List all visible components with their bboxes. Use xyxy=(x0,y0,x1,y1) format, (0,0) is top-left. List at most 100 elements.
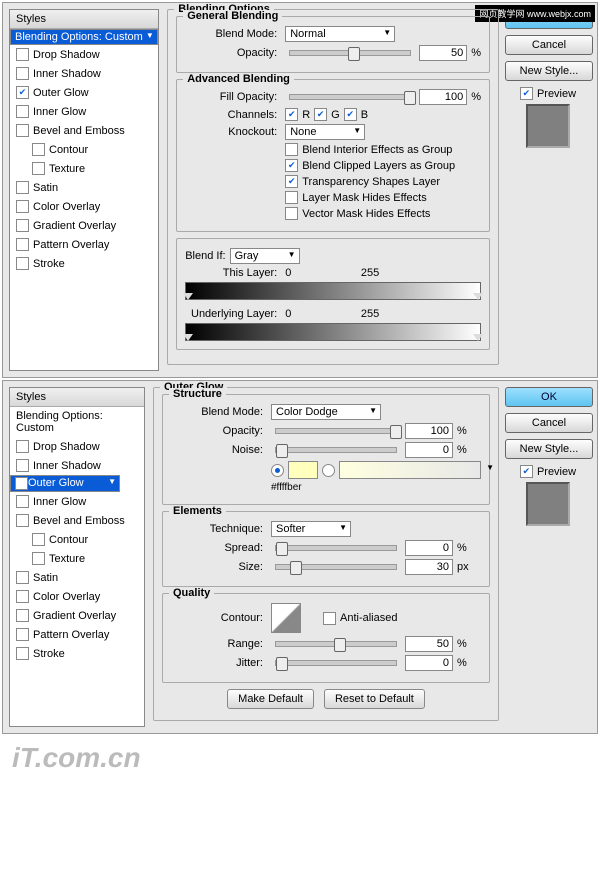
noise-label: Noise: xyxy=(171,444,267,456)
style-contour-2[interactable]: Contour xyxy=(10,530,144,549)
opacity-slider[interactable] xyxy=(289,50,411,56)
style-satin-2[interactable]: Satin xyxy=(10,568,144,587)
preview-swatch xyxy=(526,104,570,148)
style-satin[interactable]: Satin xyxy=(10,178,158,197)
blend-mode-select-2[interactable]: Color Dodge xyxy=(271,404,381,420)
color-swatch[interactable] xyxy=(288,461,318,479)
technique-select[interactable]: Softer xyxy=(271,521,351,537)
blend-if-group: Blend If: Gray This Layer: 0 255 Underly… xyxy=(176,238,490,350)
style-outer-glow[interactable]: Outer Glow xyxy=(10,83,158,102)
ok-button-2[interactable]: OK xyxy=(505,387,593,407)
cancel-button[interactable]: Cancel xyxy=(505,35,593,55)
opacity-input[interactable]: 50 xyxy=(419,45,467,61)
quality-group: Quality Contour: Anti-aliased Range: 50 … xyxy=(162,593,490,683)
antialias-checkbox[interactable] xyxy=(323,612,336,625)
jitter-slider[interactable] xyxy=(275,660,397,666)
fill-opacity-slider[interactable] xyxy=(289,94,411,100)
color-radio[interactable] xyxy=(271,464,284,477)
noise-input[interactable]: 0 xyxy=(405,442,453,458)
range-input[interactable]: 50 xyxy=(405,636,453,652)
make-default-button[interactable]: Make Default xyxy=(227,689,314,709)
noise-slider[interactable] xyxy=(275,447,397,453)
contour-picker[interactable] xyxy=(271,603,301,633)
new-style-button[interactable]: New Style... xyxy=(505,61,593,81)
outer-glow-group: Outer Glow Structure Blend Mode: Color D… xyxy=(153,387,499,721)
style-gradient-overlay[interactable]: Gradient Overlay xyxy=(10,216,158,235)
spread-input[interactable]: 0 xyxy=(405,540,453,556)
style-inner-glow-2[interactable]: Inner Glow xyxy=(10,492,144,511)
new-style-button-2[interactable]: New Style... xyxy=(505,439,593,459)
opacity-input-2[interactable]: 100 xyxy=(405,423,453,439)
styles-header: Styles xyxy=(10,10,158,29)
channel-b-checkbox[interactable] xyxy=(344,108,357,121)
range-label: Range: xyxy=(171,638,267,650)
blend-if-select[interactable]: Gray xyxy=(230,248,300,264)
size-input[interactable]: 30 xyxy=(405,559,453,575)
style-drop-shadow[interactable]: Drop Shadow xyxy=(10,45,158,64)
jitter-label: Jitter: xyxy=(171,657,267,669)
fill-opacity-label: Fill Opacity: xyxy=(185,91,281,103)
preview-checkbox[interactable] xyxy=(520,87,533,100)
style-stroke[interactable]: Stroke xyxy=(10,254,158,273)
range-slider[interactable] xyxy=(275,641,397,647)
general-blending-group: General Blending Blend Mode: Normal Opac… xyxy=(176,16,490,73)
style-inner-shadow[interactable]: Inner Shadow xyxy=(10,64,158,83)
opt2-checkbox[interactable] xyxy=(285,159,298,172)
style-blending-options[interactable]: Blending Options: Custom xyxy=(10,29,158,45)
knockout-select[interactable]: None xyxy=(285,124,365,140)
cancel-button-2[interactable]: Cancel xyxy=(505,413,593,433)
technique-label: Technique: xyxy=(171,523,267,535)
style-texture[interactable]: Texture xyxy=(10,159,158,178)
blend-mode-select[interactable]: Normal xyxy=(285,26,395,42)
blending-options-dialog: 网页教学网 www.webjx.com Styles Blending Opti… xyxy=(2,2,598,378)
style-pattern-overlay-2[interactable]: Pattern Overlay xyxy=(10,625,144,644)
preview-swatch-2 xyxy=(526,482,570,526)
style-inner-shadow-2[interactable]: Inner Shadow xyxy=(10,456,144,475)
this-layer-gradient[interactable] xyxy=(185,282,481,300)
style-color-overlay-2[interactable]: Color Overlay xyxy=(10,587,144,606)
style-drop-shadow-2[interactable]: Drop Shadow xyxy=(10,437,144,456)
advanced-blending-group: Advanced Blending Fill Opacity: 100 % Ch… xyxy=(176,79,490,232)
opt1-checkbox[interactable] xyxy=(285,143,298,156)
style-color-overlay[interactable]: Color Overlay xyxy=(10,197,158,216)
opacity-slider-2[interactable] xyxy=(275,428,397,434)
style-inner-glow[interactable]: Inner Glow xyxy=(10,102,158,121)
elements-group: Elements Technique: Softer Spread: 0 % S… xyxy=(162,511,490,587)
site-logo: iT.com.cn xyxy=(0,736,600,780)
opt4-checkbox[interactable] xyxy=(285,191,298,204)
style-bevel[interactable]: Bevel and Emboss xyxy=(10,121,158,140)
reset-default-button[interactable]: Reset to Default xyxy=(324,689,425,709)
style-gradient-overlay-2[interactable]: Gradient Overlay xyxy=(10,606,144,625)
opt5-checkbox[interactable] xyxy=(285,207,298,220)
fill-opacity-input[interactable]: 100 xyxy=(419,89,467,105)
channel-r-checkbox[interactable] xyxy=(285,108,298,121)
style-outer-glow-2[interactable]: Outer Glow xyxy=(10,475,120,492)
blending-options-group: Blending Options General Blending Blend … xyxy=(167,9,499,365)
opacity-label: Opacity: xyxy=(185,47,281,59)
blend-mode-label-2: Blend Mode: xyxy=(171,406,267,418)
under-layer-gradient[interactable] xyxy=(185,323,481,341)
gradient-radio[interactable] xyxy=(322,464,335,477)
contour-label: Contour: xyxy=(171,612,267,624)
opt3-checkbox[interactable] xyxy=(285,175,298,188)
style-stroke-2[interactable]: Stroke xyxy=(10,644,144,663)
blend-mode-label: Blend Mode: xyxy=(185,28,281,40)
knockout-label: Knockout: xyxy=(185,126,281,138)
spread-slider[interactable] xyxy=(275,545,397,551)
under-layer-label: Underlying Layer: xyxy=(185,308,281,320)
style-contour[interactable]: Contour xyxy=(10,140,158,159)
gradient-picker[interactable] xyxy=(339,461,481,479)
channel-g-checkbox[interactable] xyxy=(314,108,327,121)
size-slider[interactable] xyxy=(275,564,397,570)
size-label: Size: xyxy=(171,561,267,573)
style-blending-options-2[interactable]: Blending Options: Custom xyxy=(10,407,144,437)
style-texture-2[interactable]: Texture xyxy=(10,549,144,568)
style-bevel-2[interactable]: Bevel and Emboss xyxy=(10,511,144,530)
style-pattern-overlay[interactable]: Pattern Overlay xyxy=(10,235,158,254)
opacity-label-2: Opacity: xyxy=(171,425,267,437)
channels-label: Channels: xyxy=(185,109,281,121)
jitter-input[interactable]: 0 xyxy=(405,655,453,671)
structure-group: Structure Blend Mode: Color Dodge Opacit… xyxy=(162,394,490,505)
preview-checkbox-2[interactable] xyxy=(520,465,533,478)
styles-header-2: Styles xyxy=(10,388,144,407)
